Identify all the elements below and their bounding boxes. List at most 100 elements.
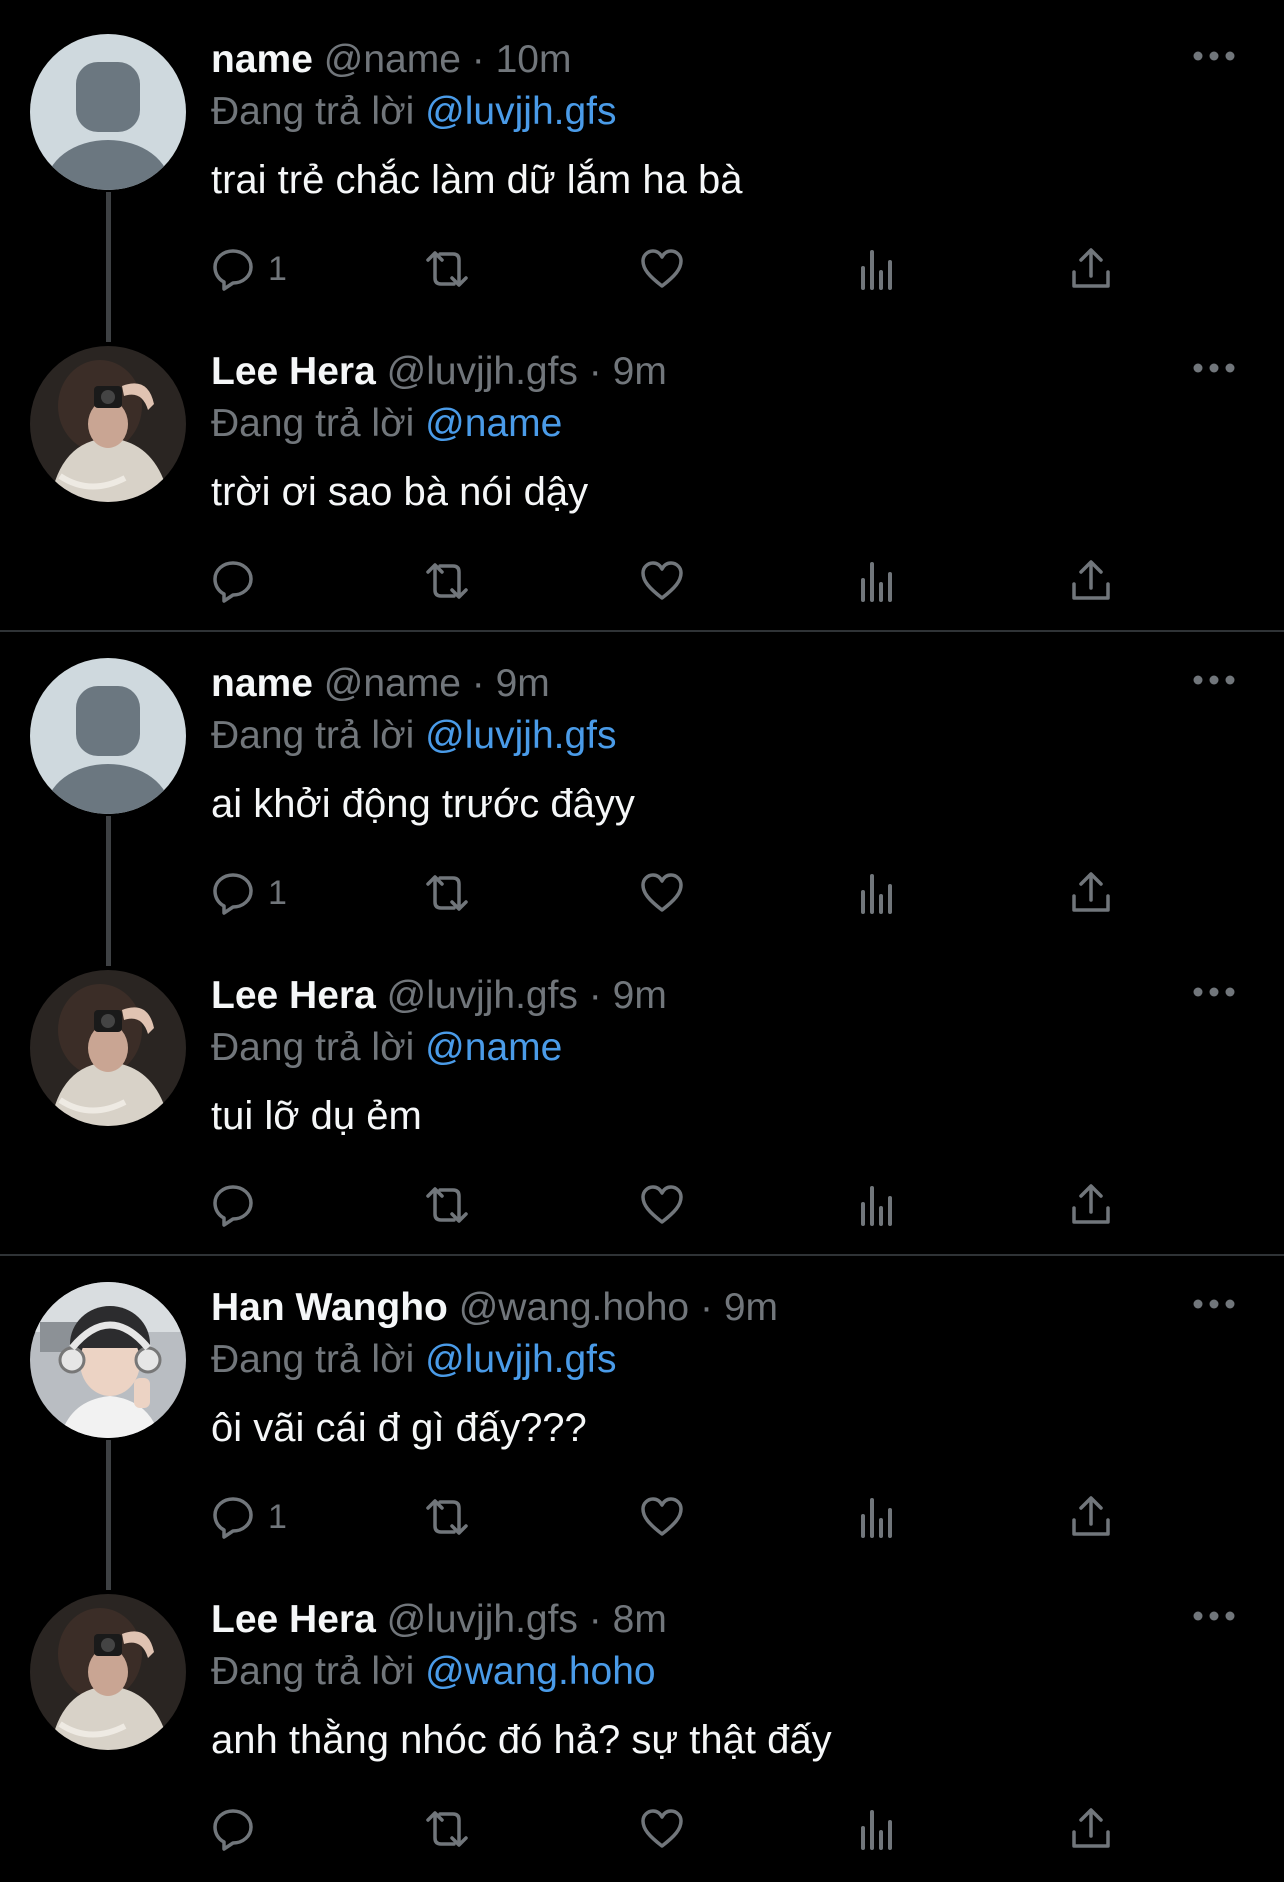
avatar[interactable]	[30, 658, 186, 814]
views-button[interactable]	[854, 870, 900, 916]
retweet-button[interactable]	[424, 870, 470, 916]
display-name[interactable]: name	[211, 662, 313, 705]
share-icon	[1072, 872, 1110, 912]
action-bar: 1	[210, 246, 1140, 292]
retweet-button[interactable]	[424, 558, 470, 604]
tweet[interactable]: Lee Hera @luvjjh.gfs · 8m Đang trả lời @…	[0, 1560, 1284, 1872]
share-icon	[1072, 1496, 1110, 1536]
like-button[interactable]	[639, 1806, 685, 1852]
tweet[interactable]: Han Wangho @wang.hoho · 9m Đang trả lời …	[0, 1248, 1284, 1590]
display-name[interactable]: Han Wangho	[211, 1286, 448, 1329]
share-button[interactable]	[1068, 246, 1114, 292]
avatar[interactable]	[30, 34, 186, 190]
reply-button[interactable]	[210, 1806, 268, 1852]
share-button[interactable]	[1068, 1494, 1114, 1540]
user-handle[interactable]: @name	[324, 38, 461, 81]
reply-button[interactable]: 1	[210, 246, 287, 292]
reply-button[interactable]: 1	[210, 870, 287, 916]
reply-button[interactable]	[210, 558, 268, 604]
views-button[interactable]	[854, 558, 900, 604]
views-chart-icon	[861, 1186, 892, 1226]
like-button[interactable]	[639, 558, 685, 604]
like-button[interactable]	[639, 1182, 685, 1228]
user-handle[interactable]: @luvjjh.gfs	[387, 974, 578, 1017]
timestamp[interactable]: 10m	[496, 38, 572, 81]
tweet-body: name @name · 10m Đang trả lời @luvjjh.gf…	[211, 34, 1284, 206]
share-button[interactable]	[1068, 558, 1114, 604]
reply-mention-link[interactable]: @name	[425, 1026, 562, 1069]
more-options-icon[interactable]	[1192, 984, 1236, 1000]
reply-count: 1	[268, 1497, 287, 1536]
share-button[interactable]	[1068, 1182, 1114, 1228]
retweet-icon	[426, 251, 468, 287]
reply-context: Đang trả lời @name	[211, 1022, 1284, 1074]
more-options-icon[interactable]	[1192, 1296, 1236, 1312]
share-icon	[1072, 560, 1110, 600]
heart-icon	[641, 1185, 683, 1224]
reply-context: Đang trả lời @luvjjh.gfs	[211, 86, 1284, 138]
reply-icon	[213, 1185, 253, 1227]
avatar[interactable]	[30, 970, 186, 1126]
tweet[interactable]: Lee Hera @luvjjh.gfs · 9m Đang trả lời @…	[0, 936, 1284, 1248]
reply-button[interactable]: 1	[210, 1494, 287, 1540]
reply-count: 1	[268, 873, 287, 912]
more-options-icon[interactable]	[1192, 1608, 1236, 1624]
views-button[interactable]	[854, 1494, 900, 1540]
tweet[interactable]: Lee Hera @luvjjh.gfs · 9m Đang trả lời @…	[0, 312, 1284, 624]
separator-dot: ·	[699, 1286, 713, 1329]
tweet-text: ôi vãi cái đ gì đấy???	[211, 1406, 587, 1450]
reply-mention-link[interactable]: @luvjjh.gfs	[425, 1338, 616, 1381]
display-name[interactable]: Lee Hera	[211, 350, 376, 393]
user-handle[interactable]: @wang.hoho	[459, 1286, 689, 1329]
retweet-button[interactable]	[424, 1494, 470, 1540]
share-button[interactable]	[1068, 870, 1114, 916]
timestamp[interactable]: 9m	[613, 974, 667, 1017]
views-button[interactable]	[854, 1182, 900, 1228]
avatar[interactable]	[30, 1594, 186, 1750]
tweet-header: name @name · 10m	[211, 34, 1284, 86]
like-button[interactable]	[639, 246, 685, 292]
more-options-icon[interactable]	[1192, 360, 1236, 376]
views-button[interactable]	[854, 1806, 900, 1852]
display-name[interactable]: Lee Hera	[211, 974, 376, 1017]
tweet-body: name @name · 9m Đang trả lời @luvjjh.gfs…	[211, 658, 1284, 830]
user-handle[interactable]: @luvjjh.gfs	[387, 350, 578, 393]
share-icon	[1072, 1808, 1110, 1848]
timestamp[interactable]: 9m	[613, 350, 667, 393]
reply-mention-link[interactable]: @wang.hoho	[425, 1650, 655, 1693]
tweet-text: tui lỡ dụ ẻm	[211, 1094, 422, 1138]
views-button[interactable]	[854, 246, 900, 292]
user-handle[interactable]: @name	[324, 662, 461, 705]
tweet-header: Han Wangho @wang.hoho · 9m	[211, 1282, 1284, 1334]
reply-prefix: Đang trả lời	[211, 1650, 415, 1693]
display-name[interactable]: name	[211, 38, 313, 81]
avatar[interactable]	[30, 346, 186, 502]
share-icon	[1072, 1184, 1110, 1224]
heart-icon	[641, 873, 683, 912]
timestamp[interactable]: 9m	[496, 662, 550, 705]
avatar[interactable]	[30, 1282, 186, 1438]
tweet[interactable]: name @name · 9m Đang trả lời @luvjjh.gfs…	[0, 624, 1284, 966]
like-button[interactable]	[639, 1494, 685, 1540]
like-button[interactable]	[639, 870, 685, 916]
share-button[interactable]	[1068, 1806, 1114, 1852]
reply-button[interactable]	[210, 1182, 268, 1228]
reply-mention-link[interactable]: @name	[425, 402, 562, 445]
tweet[interactable]: name @name · 10m Đang trả lời @luvjjh.gf…	[0, 0, 1284, 342]
thread-1: name @name · 10m Đang trả lời @luvjjh.gf…	[0, 0, 1284, 624]
more-options-icon[interactable]	[1192, 48, 1236, 64]
retweet-button[interactable]	[424, 1806, 470, 1852]
separator-dot: ·	[471, 38, 485, 81]
timestamp[interactable]: 8m	[613, 1598, 667, 1641]
action-bar	[210, 558, 1140, 604]
tweet-text: trời ơi sao bà nói dậy	[211, 470, 589, 514]
reply-mention-link[interactable]: @luvjjh.gfs	[425, 714, 616, 757]
reply-mention-link[interactable]: @luvjjh.gfs	[425, 90, 616, 133]
display-name[interactable]: Lee Hera	[211, 1598, 376, 1641]
user-handle[interactable]: @luvjjh.gfs	[387, 1598, 578, 1641]
retweet-button[interactable]	[424, 246, 470, 292]
timestamp[interactable]: 9m	[724, 1286, 778, 1329]
more-options-icon[interactable]	[1192, 672, 1236, 688]
tweet-text: ai khởi động trước đâyy	[211, 782, 635, 826]
retweet-button[interactable]	[424, 1182, 470, 1228]
